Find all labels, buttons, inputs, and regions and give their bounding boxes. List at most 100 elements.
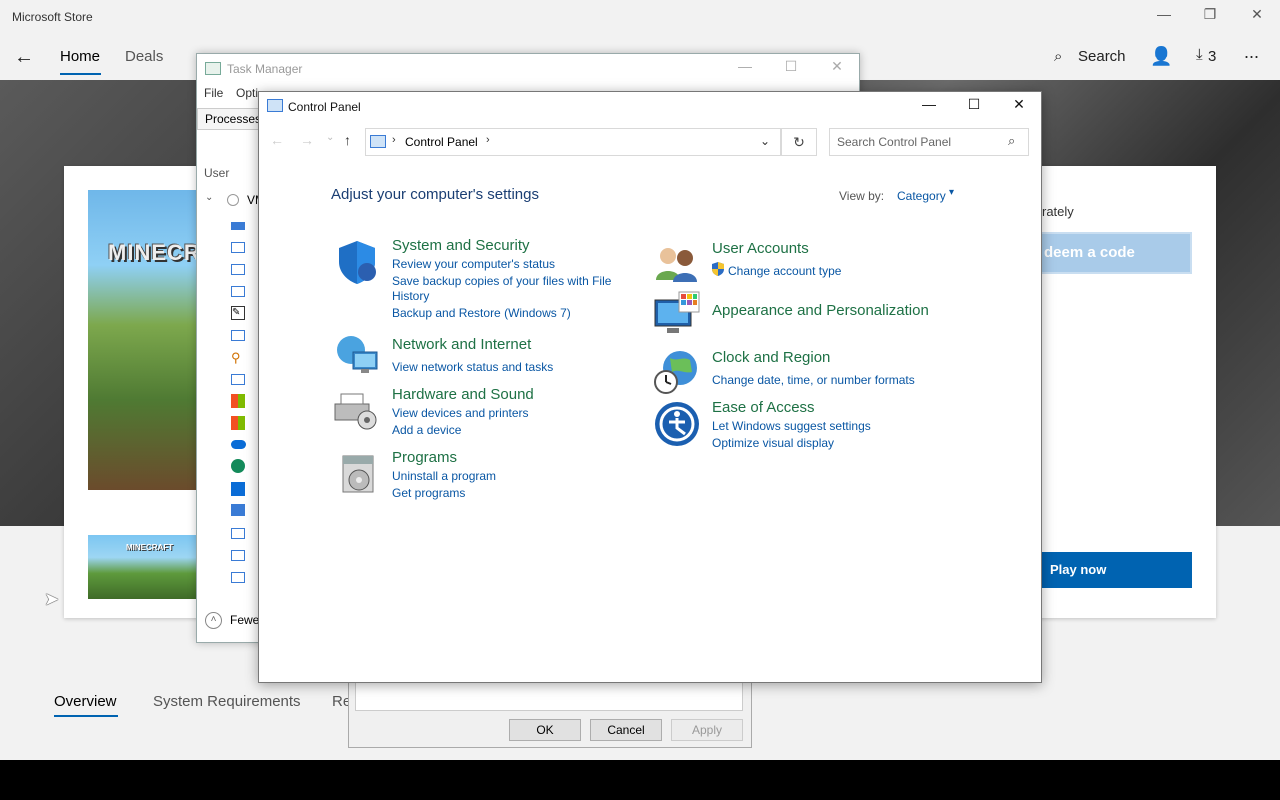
link-backup-restore[interactable]: Backup and Restore (Windows 7): [392, 306, 571, 320]
up-arrow-icon[interactable]: ↑: [344, 132, 351, 148]
network-globe-icon[interactable]: [331, 332, 379, 380]
thumbnail-logo: MINECRAFT: [126, 543, 174, 552]
user-icon: [227, 194, 239, 206]
window-icon: [231, 264, 245, 275]
user-accounts-icon[interactable]: [653, 240, 701, 288]
tm-close-button[interactable]: ✕: [817, 58, 857, 75]
mouse-cursor-icon: ➤: [44, 589, 60, 609]
view-by-label: View by:: [839, 189, 885, 203]
uac-shield-icon: [711, 262, 725, 276]
refresh-icon[interactable]: ↻: [781, 128, 817, 156]
task-manager-title: Task Manager: [227, 62, 303, 76]
forward-arrow-icon[interactable]: →: [300, 132, 314, 148]
cp-minimize-button[interactable]: —: [909, 96, 949, 112]
search-icon[interactable]: ⌕: [1008, 133, 1015, 149]
category-user-accounts[interactable]: User Accounts: [712, 240, 809, 257]
search-icon[interactable]: ⌕: [1054, 48, 1062, 65]
ease-of-access-icon[interactable]: [653, 400, 701, 448]
nav-search[interactable]: Search: [1078, 48, 1126, 65]
view-by-dropdown[interactable]: Category: [897, 189, 946, 203]
link-change-date-time[interactable]: Change date, time, or number formats: [712, 373, 915, 387]
tab-overview-underline: [54, 715, 118, 717]
link-network-status[interactable]: View network status and tasks: [392, 360, 553, 374]
breadcrumb-chevron-icon[interactable]: ›: [392, 134, 396, 146]
cancel-button[interactable]: Cancel: [590, 719, 662, 741]
link-suggest-settings[interactable]: Let Windows suggest settings: [712, 419, 871, 433]
breadcrumb-chevron-icon[interactable]: ›: [486, 134, 490, 146]
taskbar: [0, 760, 1280, 800]
appearance-icon[interactable]: [653, 290, 701, 338]
link-uninstall-program[interactable]: Uninstall a program: [392, 469, 496, 483]
tab-overview[interactable]: Overview: [54, 693, 117, 710]
tm-minimize-button[interactable]: —: [725, 58, 765, 74]
fewer-details-icon[interactable]: ˄: [205, 612, 222, 629]
view-by-chevron-icon[interactable]: ▾: [949, 187, 954, 198]
account-icon[interactable]: 👤: [1150, 46, 1172, 67]
category-network-internet[interactable]: Network and Internet: [392, 336, 531, 353]
category-ease-of-access[interactable]: Ease of Access: [712, 399, 815, 416]
control-panel-icon: [267, 99, 283, 112]
play-now-button[interactable]: Play now: [1040, 552, 1192, 588]
cp-maximize-button[interactable]: ☐: [954, 96, 994, 113]
programs-icon[interactable]: [335, 450, 383, 498]
tm-menu-file[interactable]: File: [204, 86, 223, 100]
link-devices-printers[interactable]: View devices and printers: [392, 406, 529, 420]
link-get-programs[interactable]: Get programs: [392, 486, 465, 500]
window-icon: [231, 286, 245, 297]
window-icon: [231, 572, 245, 583]
sharepoint-icon: [231, 459, 245, 473]
link-backup-file-history-cont[interactable]: History: [392, 289, 429, 303]
tab-system-requirements[interactable]: System Requirements: [153, 693, 301, 710]
window-icon: [231, 528, 245, 539]
expand-chevron-icon[interactable]: ⌄: [205, 192, 213, 203]
address-dropdown-icon[interactable]: ⌄: [760, 134, 770, 148]
separately-text: rately: [1042, 204, 1074, 219]
breadcrumb[interactable]: Control Panel: [405, 135, 478, 149]
category-system-security[interactable]: System and Security: [392, 237, 530, 254]
nav-home[interactable]: Home: [60, 48, 100, 65]
tm-menu-options[interactable]: Opti: [236, 86, 258, 100]
nav-deals[interactable]: Deals: [125, 48, 163, 65]
printer-icon[interactable]: [331, 386, 379, 434]
more-icon[interactable]: ...: [1244, 42, 1259, 63]
column-user[interactable]: User: [204, 166, 229, 180]
category-programs[interactable]: Programs: [392, 449, 457, 466]
redeem-code-button[interactable]: deem a code: [1040, 232, 1192, 274]
page-heading: Adjust your computer's settings: [331, 186, 539, 203]
category-clock-region[interactable]: Clock and Region: [712, 349, 830, 366]
search-box[interactable]: Search Control Panel ⌕: [829, 128, 1029, 156]
link-backup-file-history[interactable]: Save backup copies of your files with Fi…: [392, 274, 611, 288]
window-icon: [231, 242, 245, 253]
window-icon: [231, 330, 245, 341]
link-change-account-type[interactable]: Change account type: [728, 264, 841, 278]
downloads-count[interactable]: 3: [1208, 48, 1216, 65]
store-minimize-button[interactable]: —: [1144, 6, 1184, 22]
control-panel-title: Control Panel: [288, 100, 361, 114]
window-icon: [231, 550, 245, 561]
tm-maximize-button[interactable]: ☐: [771, 58, 811, 75]
recent-locations-chevron-icon[interactable]: ⌄: [326, 132, 334, 143]
back-arrow-icon[interactable]: ←: [270, 132, 284, 148]
ok-button[interactable]: OK: [509, 719, 581, 741]
back-arrow-icon[interactable]: ←: [14, 46, 34, 69]
search-process-icon: ⚲: [231, 350, 241, 365]
clock-globe-icon[interactable]: [652, 348, 700, 396]
store-close-button[interactable]: ✕: [1237, 6, 1277, 23]
search-placeholder[interactable]: Search Control Panel: [837, 135, 951, 149]
apply-button[interactable]: Apply: [671, 719, 743, 741]
downloads-icon[interactable]: ⤓: [1196, 46, 1203, 63]
cp-close-button[interactable]: ✕: [999, 96, 1039, 113]
store-restore-button[interactable]: ❐: [1190, 6, 1230, 23]
nav-home-underline: [60, 73, 101, 75]
link-optimize-display[interactable]: Optimize visual display: [712, 436, 834, 450]
address-bar[interactable]: › Control Panel › ⌄: [365, 128, 781, 156]
category-appearance[interactable]: Appearance and Personalization: [712, 302, 929, 319]
shield-icon[interactable]: [333, 238, 381, 286]
link-add-device[interactable]: Add a device: [392, 423, 461, 437]
link-review-status[interactable]: Review your computer's status: [392, 257, 555, 271]
store-title: Microsoft Store: [12, 10, 93, 24]
category-hardware-sound[interactable]: Hardware and Sound: [392, 386, 534, 403]
keyboard-icon: [231, 222, 245, 230]
tab-processes[interactable]: Processes: [197, 108, 261, 130]
fewer-details-link[interactable]: Fewe: [230, 613, 259, 627]
